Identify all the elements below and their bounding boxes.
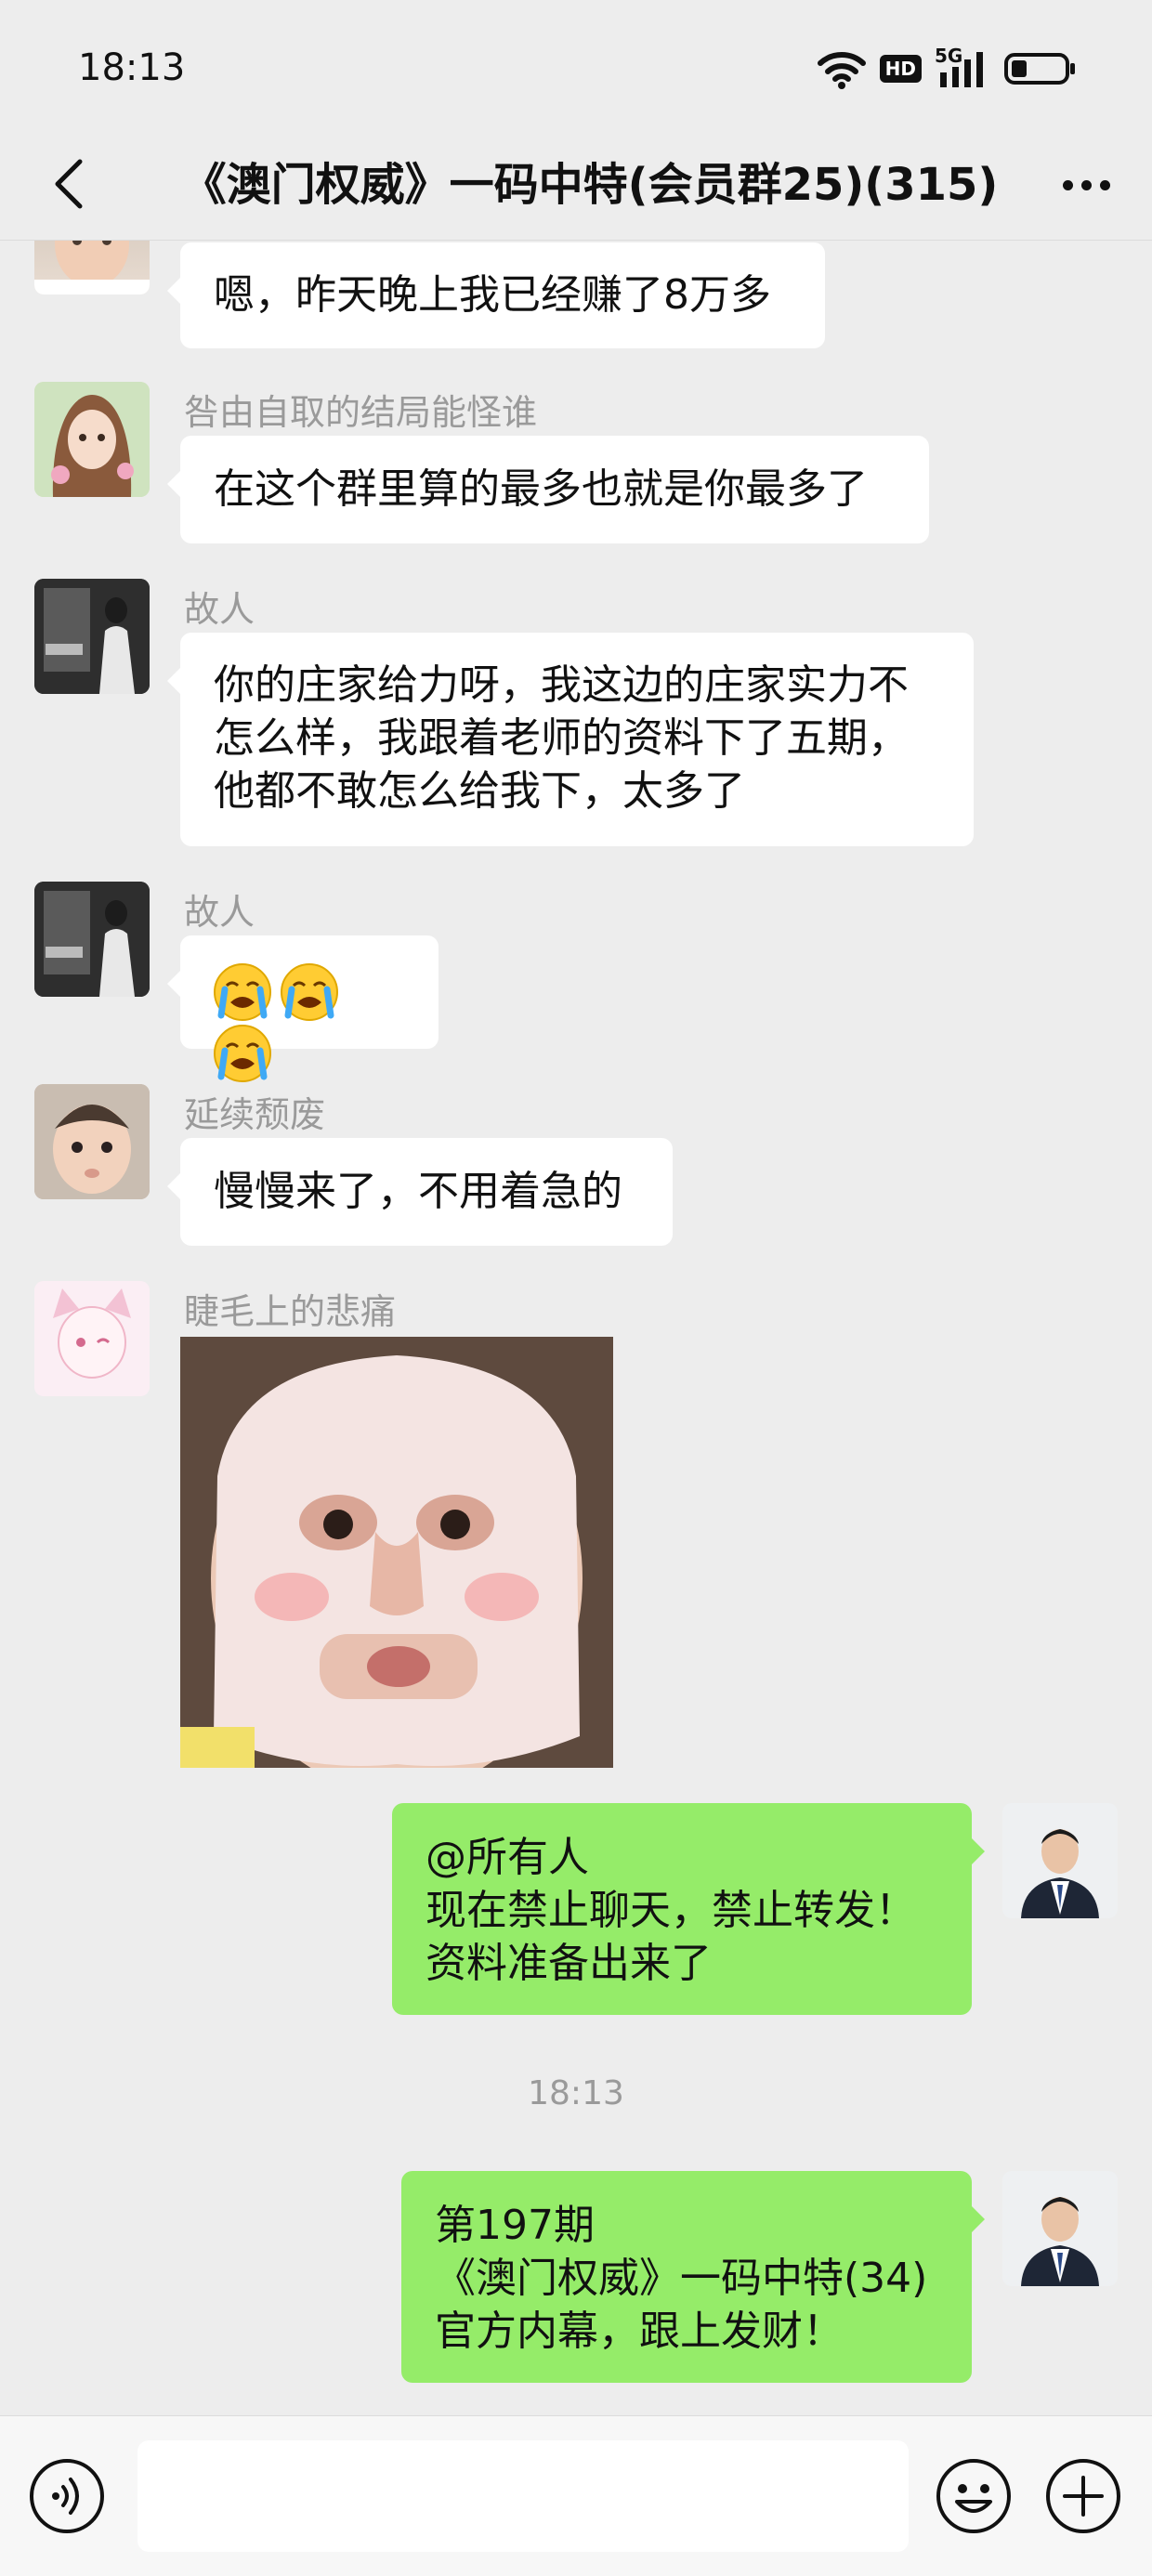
emoji-icon[interactable] bbox=[935, 2457, 1013, 2535]
avatar-self[interactable] bbox=[1002, 1803, 1118, 1918]
avatar[interactable] bbox=[34, 882, 150, 997]
message-text: 慢慢来了，不用着急的 bbox=[214, 1168, 622, 1215]
avatar[interactable] bbox=[34, 241, 150, 294]
message-bubble[interactable]: 慢慢来了，不用着急的 bbox=[167, 1138, 673, 1246]
sender-name: 故人 bbox=[184, 589, 255, 630]
message-text: 官方内幕，跟上发财！ bbox=[435, 2308, 844, 2355]
message-text: 《澳门权威》一码中特(34) bbox=[435, 2255, 928, 2302]
status-time: 18:13 bbox=[78, 46, 186, 89]
signal-5g-icon: 5G bbox=[935, 45, 990, 89]
loudly-crying-face-icon bbox=[214, 1025, 271, 1082]
message-bubble-self[interactable]: 第197期 《澳门权威》一码中特(34) 官方内幕，跟上发财！ bbox=[401, 2171, 985, 2383]
message-text: 怎么样，我跟着老师的资料下了五期， bbox=[214, 714, 909, 762]
avatar-self[interactable] bbox=[1002, 2171, 1118, 2286]
sticker-image[interactable] bbox=[180, 1337, 613, 1768]
message-text: 资料准备出来了 bbox=[425, 1940, 712, 1987]
voice-input-icon[interactable] bbox=[28, 2457, 106, 2535]
message-bubble[interactable]: 在这个群里算的最多也就是你最多了 bbox=[167, 436, 929, 543]
message-list[interactable]: 嗯，昨天晚上我已经赚了8万多 咎由自取的结局能怪谁 在这个群里算的最多也就是你最… bbox=[0, 241, 1152, 2414]
sender-name: 睫毛上的悲痛 bbox=[184, 1291, 397, 1332]
message-text: @所有人 bbox=[425, 1834, 589, 1881]
sender-name: 故人 bbox=[184, 892, 255, 933]
message-text: 第197期 bbox=[435, 2202, 595, 2249]
message-text: 他都不敢怎么给我下，太多了 bbox=[214, 767, 745, 815]
avatar[interactable] bbox=[34, 382, 150, 497]
battery-icon bbox=[1004, 53, 1075, 85]
sender-name: 延续颓废 bbox=[184, 1094, 326, 1135]
wifi-icon bbox=[817, 52, 866, 89]
message-text: 现在禁止聊天，禁止转发！ bbox=[425, 1887, 916, 1934]
chat-title: 《澳门权威》一码中特(会员群25)(315) bbox=[181, 159, 999, 211]
avatar[interactable] bbox=[34, 1084, 150, 1199]
status-icons: HD 5G bbox=[817, 43, 1078, 95]
loudly-crying-face-icon bbox=[281, 963, 338, 1021]
message-input[interactable] bbox=[137, 2440, 909, 2552]
message-bubble-self[interactable]: @所有人 现在禁止聊天，禁止转发！ 资料准备出来了 bbox=[392, 1803, 985, 2015]
avatar[interactable] bbox=[34, 579, 150, 694]
message-bubble[interactable] bbox=[167, 935, 439, 1082]
sender-name: 咎由自取的结局能怪谁 bbox=[184, 392, 538, 433]
back-arrow-icon[interactable] bbox=[37, 149, 108, 219]
message-bubble[interactable]: 你的庄家给力呀，我这边的庄家实力不 怎么样，我跟着老师的资料下了五期， 他都不敢… bbox=[167, 633, 974, 846]
loudly-crying-face-icon bbox=[214, 963, 271, 1021]
avatar[interactable] bbox=[34, 1281, 150, 1396]
chat-header: 《澳门权威》一码中特(会员群25)(315) bbox=[0, 130, 1152, 241]
message-bubble[interactable]: 嗯，昨天晚上我已经赚了8万多 bbox=[167, 242, 825, 348]
hd-badge: HD bbox=[879, 55, 922, 83]
message-text: 嗯，昨天晚上我已经赚了8万多 bbox=[214, 271, 771, 319]
message-text: 在这个群里算的最多也就是你最多了 bbox=[214, 465, 868, 513]
message-timestamp: 18:13 bbox=[528, 2074, 624, 2112]
more-options-icon[interactable] bbox=[1054, 154, 1119, 216]
plus-icon[interactable] bbox=[1044, 2457, 1122, 2535]
message-text: 你的庄家给力呀，我这边的庄家实力不 bbox=[214, 661, 909, 709]
status-bar: 18:13 HD 5G bbox=[0, 0, 1152, 130]
input-bar bbox=[0, 2415, 1152, 2576]
